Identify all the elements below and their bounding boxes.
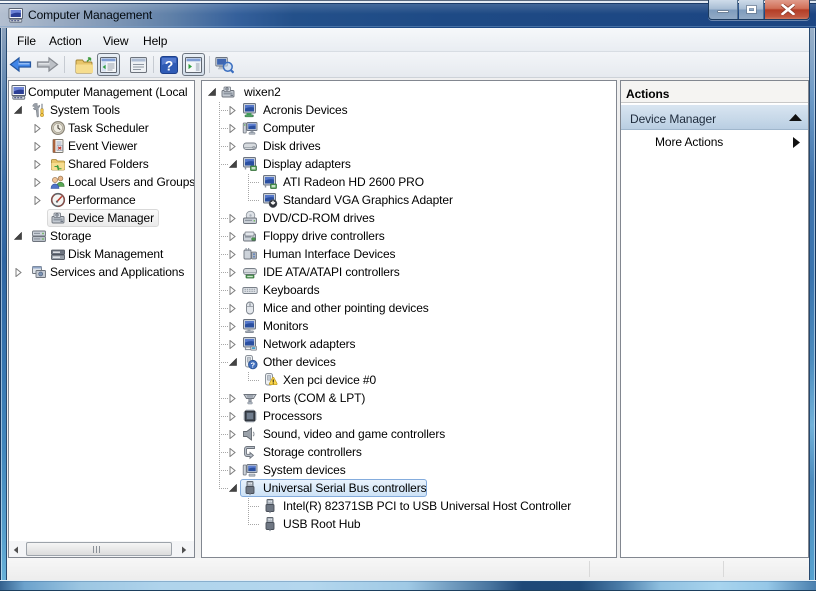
svg-text:?: ? xyxy=(251,360,256,369)
svg-text:?: ? xyxy=(165,58,174,74)
